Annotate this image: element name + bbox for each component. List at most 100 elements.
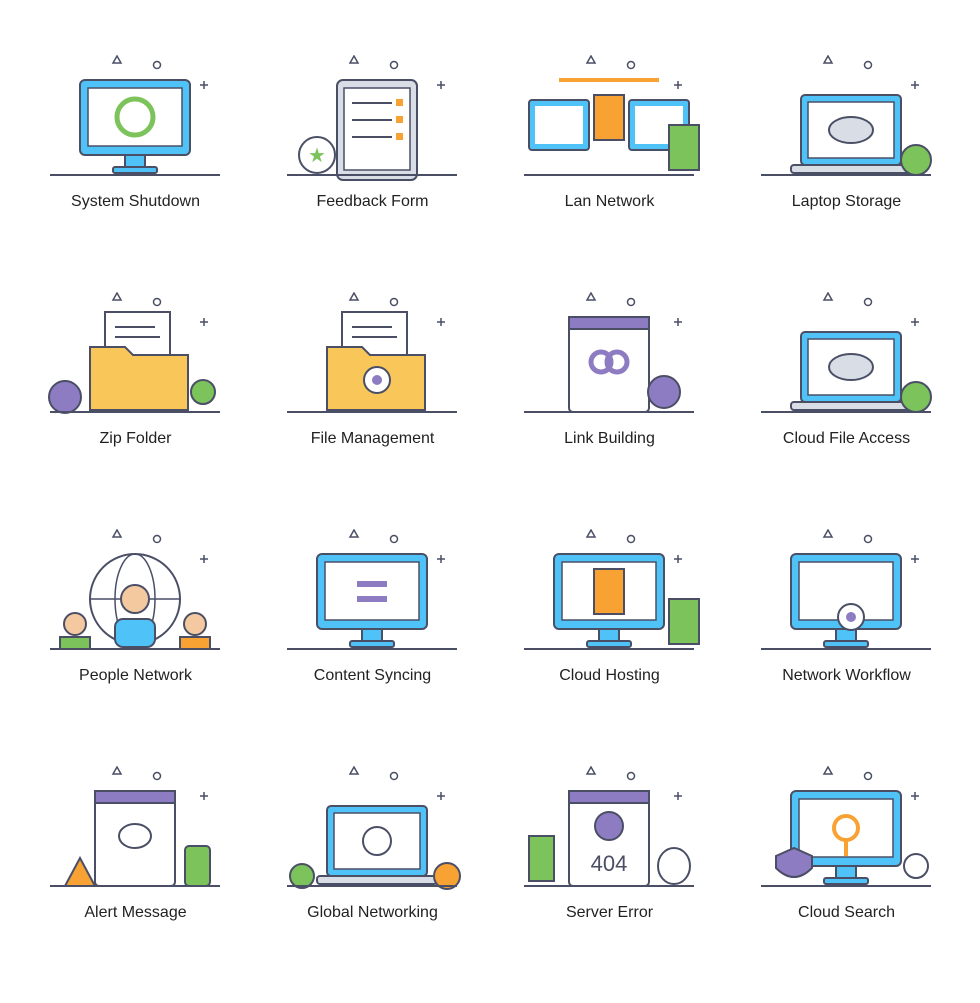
plus-decoration-icon [911,792,919,800]
triangle-decoration-icon [822,529,834,538]
dual-monitor-server-icon [524,55,700,176]
circle-decoration-icon [863,60,873,70]
plus-decoration-icon [911,318,919,326]
tablet-star-icon: ★ [287,55,457,181]
globe-people-icon [50,529,220,650]
circle-decoration-icon [626,297,636,307]
cloud-icon [828,116,874,144]
triangle-decoration-icon [585,529,597,538]
icon-tile: Network Workflow [728,529,965,766]
browser-link-icon [524,292,694,413]
circle-decoration-icon [626,771,636,781]
circle-decoration-icon [152,534,162,544]
circle-decoration-icon [389,60,399,70]
laptop-globe-icon [287,766,461,890]
triangle-decoration-icon [348,55,360,64]
icon-grid: System Shutdown ★ Feedback Form Lan Netw… [17,55,965,1003]
plus-decoration-icon [437,318,445,326]
triangle-decoration-icon [822,55,834,64]
server-icon [593,568,625,615]
icon-tile: Global Networking [254,766,491,1003]
circle-decoration-icon [152,297,162,307]
icon-label: Alert Message [84,904,187,921]
monitor-server-icon [524,529,700,650]
icon-label: People Network [79,667,192,684]
svg-text:★: ★ [308,145,326,167]
triangle-decoration-icon [585,766,597,775]
icon-tile: Alert Message [17,766,254,1003]
plus-decoration-icon [674,318,682,326]
plus-decoration-icon [437,81,445,89]
plus-decoration-icon [437,555,445,563]
icon-label: System Shutdown [71,193,200,210]
cloud-icon [828,353,874,381]
circle-decoration-icon [863,297,873,307]
circle-decoration-icon [389,771,399,781]
icon-label: Feedback Form [316,193,429,210]
plus-decoration-icon [674,555,682,563]
triangle-decoration-icon [111,292,123,301]
server-icon [593,94,625,141]
icon-label: Zip Folder [99,430,172,447]
triangle-decoration-icon [111,529,123,538]
monitor-sync-icon [287,529,457,650]
circle-decoration-icon [626,60,636,70]
triangle-decoration-icon [111,55,123,64]
people-icon [120,584,150,614]
warning-icon [63,855,97,887]
icon-label: Laptop Storage [791,193,902,210]
plus-decoration-icon [437,792,445,800]
laptop-cloud-icon [761,292,932,413]
icon-label: Lan Network [564,193,655,210]
globe-icon [362,826,392,856]
triangle-decoration-icon [585,55,597,64]
icon-tile: Lan Network [491,55,728,292]
circle-decoration-icon [152,60,162,70]
browser-warning-icon [50,766,220,887]
icon-tile: Cloud Search [728,766,965,1003]
icon-label: Global Networking [307,904,438,921]
gear-icon [647,375,681,409]
browser-404-icon: 404 [524,766,694,887]
icon-label: Cloud Search [798,904,895,921]
plus-decoration-icon [674,81,682,89]
icon-tile: ★ Feedback Form [254,55,491,292]
triangle-decoration-icon [822,292,834,301]
monitor-gear-icon [761,529,931,650]
icon-tile: Laptop Storage [728,55,965,292]
plus-decoration-icon [200,555,208,563]
icon-tile: Cloud File Access [728,292,965,529]
icon-label: Server Error [565,904,654,921]
triangle-decoration-icon [822,766,834,775]
icon-tile: System Shutdown [17,55,254,292]
icon-tile: File Management [254,292,491,529]
icon-label: Cloud File Access [782,430,911,447]
icon-tile: Cloud Hosting [491,529,728,766]
circle-decoration-icon [863,534,873,544]
icon-label: File Management [310,430,435,447]
icon-label: Cloud Hosting [559,667,660,684]
laptop-cloud-icon [761,55,932,176]
circle-decoration-icon [863,771,873,781]
triangle-decoration-icon [348,766,360,775]
error-icon [594,811,624,841]
icon-tile: Zip Folder [17,292,254,529]
plus-decoration-icon [911,81,919,89]
circle-decoration-icon [152,771,162,781]
triangle-decoration-icon [348,292,360,301]
circle-decoration-icon [389,297,399,307]
lock-icon [48,380,82,414]
triangle-decoration-icon [111,766,123,775]
folder-lock-icon [48,292,220,414]
plus-decoration-icon [200,81,208,89]
plus-decoration-icon [674,792,682,800]
search-icon [832,814,860,842]
icon-label: Link Building [564,430,655,447]
plus-decoration-icon [200,318,208,326]
plus-decoration-icon [911,555,919,563]
icon-label: Content Syncing [313,667,432,684]
error-code: 404 [591,851,628,876]
triangle-decoration-icon [585,292,597,301]
plus-decoration-icon [200,792,208,800]
icon-label: Network Workflow [782,667,911,684]
